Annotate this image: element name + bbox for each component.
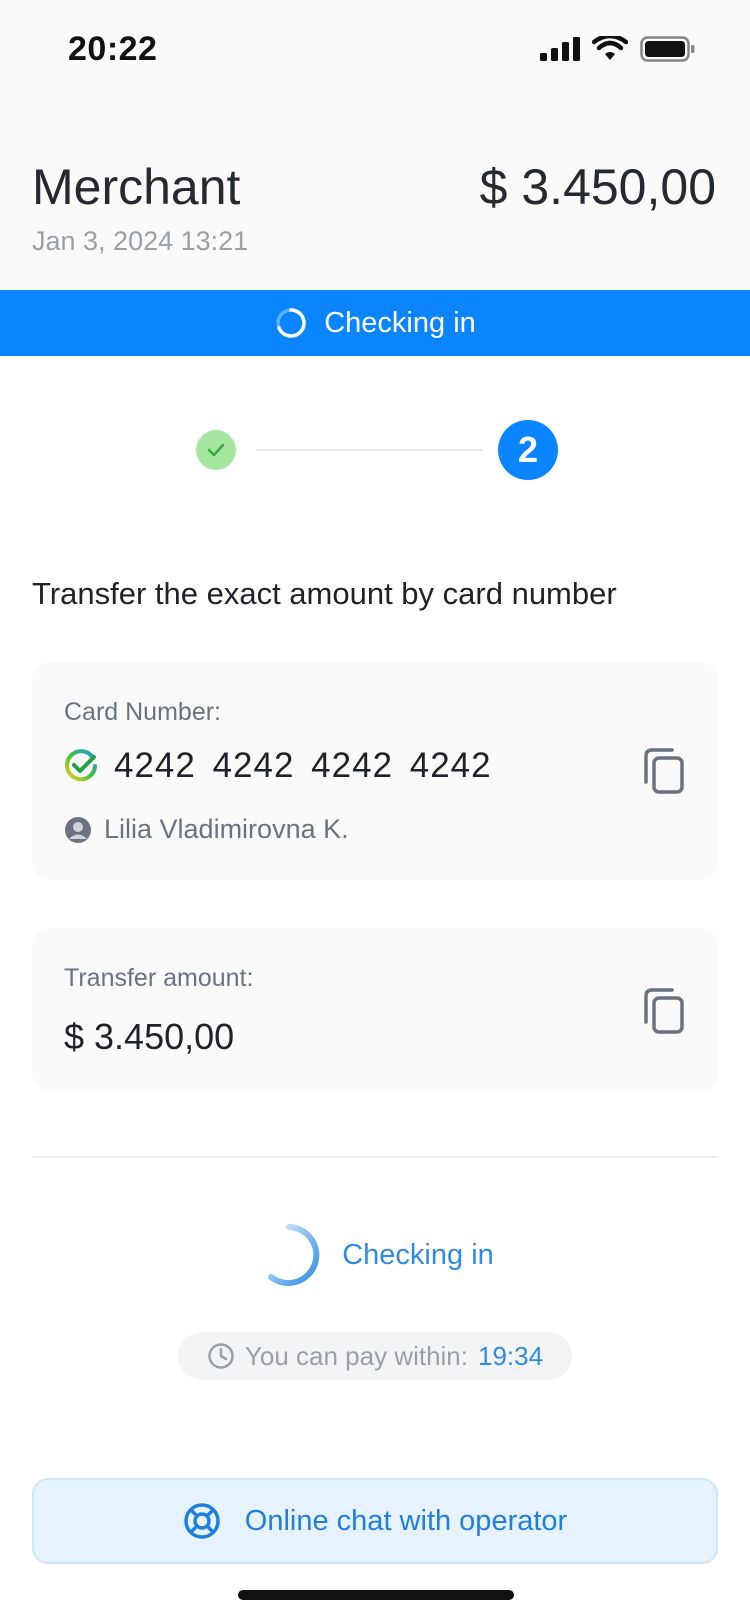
card-holder-name: Lilia Vladimirovna K.: [104, 814, 349, 844]
merchant-name: Merchant: [32, 159, 241, 215]
transfer-amount-card: Transfer amount: $ 3.450,00: [32, 928, 718, 1092]
checking-text: Checking in: [342, 1238, 494, 1271]
status-time: 20:22: [68, 30, 158, 68]
copy-amount-button[interactable]: [642, 986, 686, 1036]
checking-status: Checking in: [0, 1222, 750, 1288]
transfer-amount-label: Transfer amount:: [64, 964, 254, 992]
card-number-value: 4242 4242 4242 4242: [114, 746, 492, 785]
card-number-card: Card Number: 4242 4242 4242 4242 Lilia V…: [32, 662, 718, 880]
step-current: 2: [498, 420, 558, 480]
online-chat-button[interactable]: Online chat with operator: [32, 1478, 718, 1564]
progress-stepper: 2: [0, 420, 750, 480]
status-bar: 20:22: [0, 0, 750, 100]
status-banner: Checking in: [0, 290, 750, 356]
lifebuoy-icon: [184, 1503, 220, 1539]
clock-icon: [208, 1343, 234, 1369]
transaction-date: Jan 3, 2024 13:21: [32, 226, 249, 256]
instruction-text: Transfer the exact amount by card number: [32, 576, 617, 611]
header-amount: $ 3.450,00: [479, 159, 716, 215]
battery-icon: [640, 36, 695, 62]
card-number-label: Card Number:: [64, 698, 221, 726]
chat-button-label: Online chat with operator: [244, 1504, 568, 1537]
timer-value: 19:34: [478, 1340, 544, 1371]
copy-icon: [644, 748, 684, 794]
spinner-icon: [276, 308, 306, 338]
step-completed: [196, 430, 236, 470]
card-number-row: 4242 4242 4242 4242: [64, 746, 492, 786]
banner-text: Checking in: [324, 306, 476, 339]
status-icons: [540, 36, 696, 62]
bank-logo-icon: [65, 749, 97, 782]
spinner-icon: [268, 1224, 320, 1286]
check-icon: [207, 443, 225, 457]
copy-card-number-button[interactable]: [642, 746, 686, 796]
transfer-amount-value: $ 3.450,00: [64, 1016, 235, 1057]
wifi-icon: [592, 36, 628, 60]
cellular-signal-icon: [540, 37, 580, 61]
user-icon: [65, 816, 91, 843]
copy-icon: [644, 988, 684, 1034]
home-indicator: [238, 1590, 514, 1600]
payment-timer: You can pay within: 19:34: [178, 1332, 572, 1380]
timer-label: You can pay within:: [244, 1340, 468, 1371]
section-divider: [32, 1156, 718, 1158]
card-holder-row: Lilia Vladimirovna K.: [64, 814, 349, 845]
step-connector: [256, 449, 482, 451]
